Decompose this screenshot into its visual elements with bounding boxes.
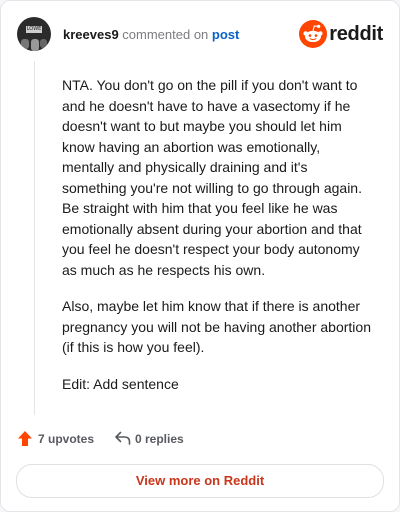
comment-embed-card: LOWE kreeves9 commented on post reddit N… xyxy=(0,0,400,512)
comment-meta: kreeves9 commented on post xyxy=(63,27,239,43)
reply-button[interactable]: 0 replies xyxy=(114,429,204,449)
thread-line xyxy=(34,61,35,415)
avatar-figure xyxy=(31,39,39,51)
comment-header: LOWE kreeves9 commented on post reddit xyxy=(17,17,383,53)
reply-arrow-icon xyxy=(115,431,131,445)
reddit-logo-icon xyxy=(299,20,327,48)
avatar-figure xyxy=(21,39,29,49)
avatar-figure xyxy=(40,39,47,48)
upvote-arrow-icon xyxy=(18,431,32,446)
avatar[interactable]: LOWE xyxy=(17,17,51,51)
avatar-sign: LOWE xyxy=(26,26,42,33)
comment-body: NTA. You don't go on the pill if you don… xyxy=(62,75,372,410)
reply-count: 0 replies xyxy=(135,432,184,446)
upvote-count: 7 upvotes xyxy=(38,432,95,446)
brand-wordmark: reddit xyxy=(329,23,383,45)
username-link[interactable]: kreeves9 xyxy=(63,27,119,42)
post-link[interactable]: post xyxy=(212,27,239,42)
upvote-button[interactable]: 7 upvotes xyxy=(17,429,107,449)
comment-paragraph: Edit: Add sentence xyxy=(62,375,179,392)
comment-paragraph: Also, maybe let him know that if there i… xyxy=(62,298,371,355)
comment-paragraph: NTA. You don't go on the pill if you don… xyxy=(62,77,362,278)
view-more-button[interactable]: View more on Reddit xyxy=(16,464,384,498)
action-text: commented on xyxy=(122,27,209,42)
